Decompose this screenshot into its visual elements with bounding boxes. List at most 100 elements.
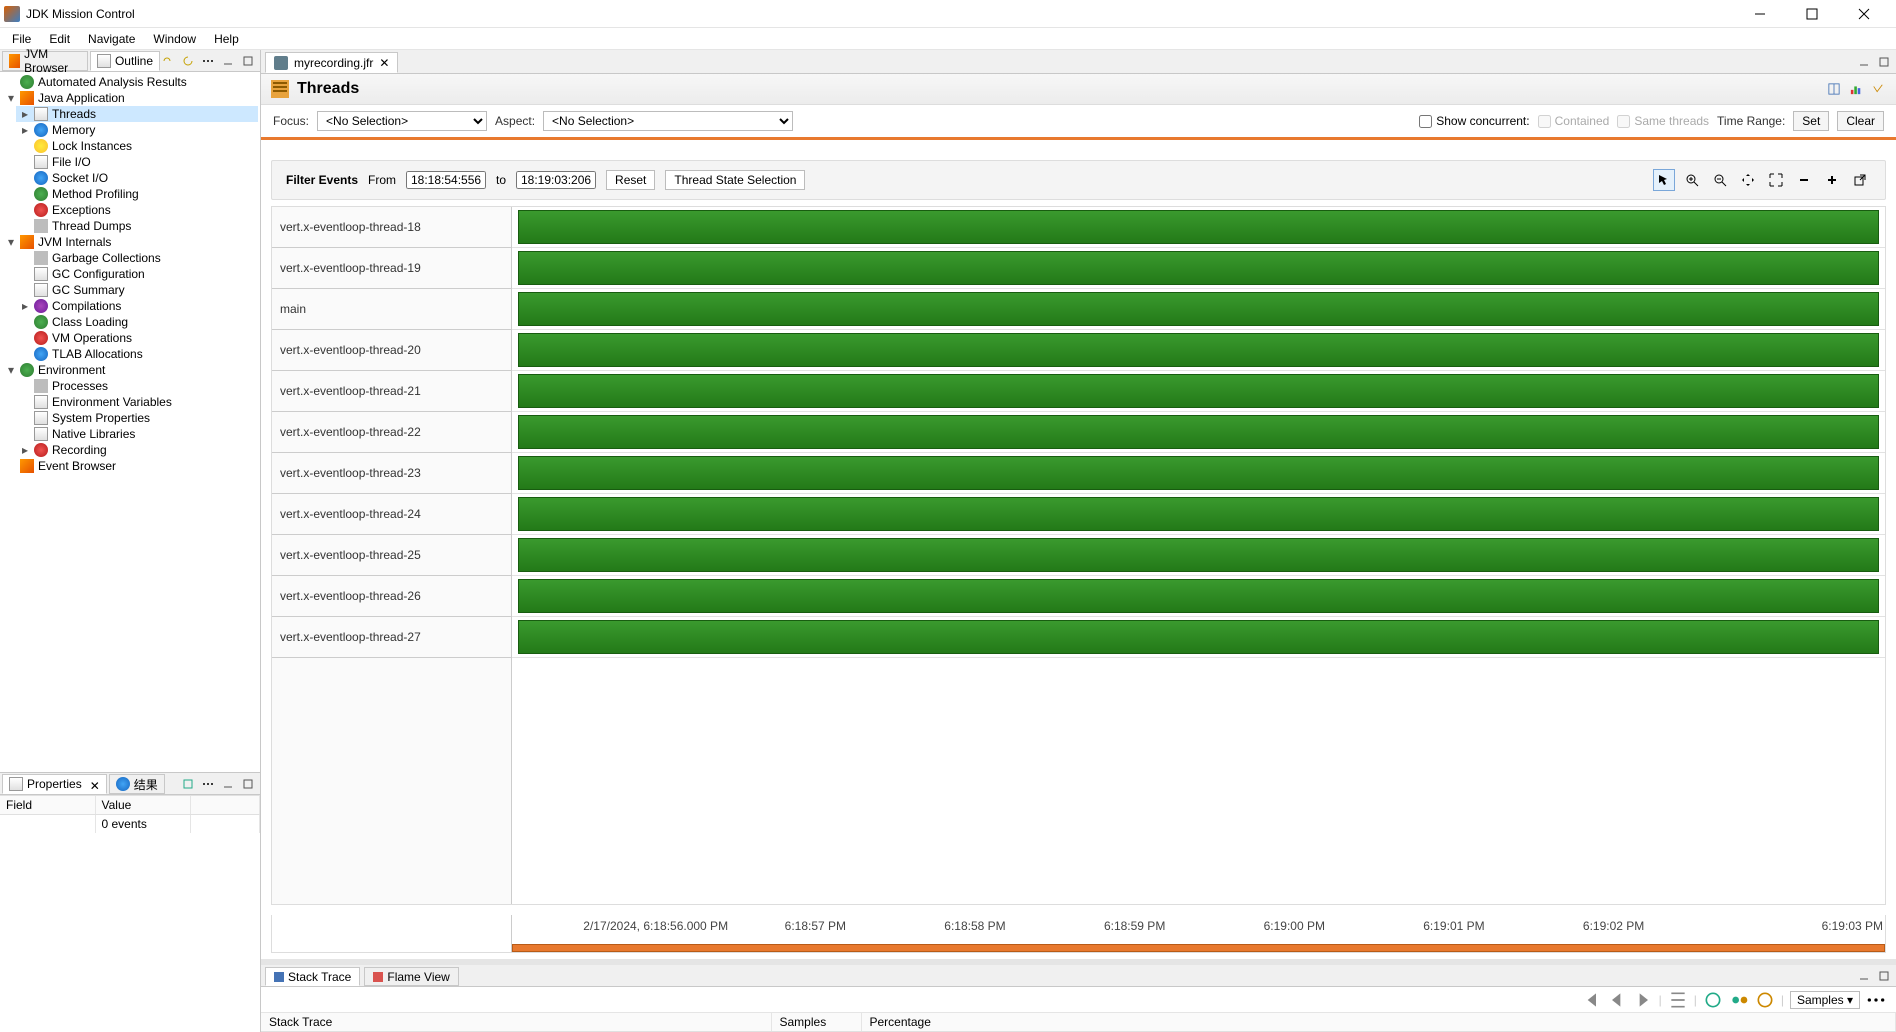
fullscreen-icon[interactable] [1765,169,1787,191]
tree-recording[interactable]: ▸Recording [16,442,258,458]
thread-label[interactable]: vert.x-eventloop-thread-27 [272,617,511,658]
stack-trace-table[interactable]: Stack Trace Samples Percentage [261,1013,1896,1032]
thread-bar[interactable] [518,538,1879,572]
plus-icon[interactable] [1821,169,1843,191]
menu-window[interactable]: Window [145,30,204,48]
thread-label[interactable]: vert.x-eventloop-thread-19 [272,248,511,289]
col-value[interactable]: Value [95,796,190,815]
clear-button[interactable]: Clear [1837,111,1884,131]
close-button[interactable] [1844,2,1884,26]
tree-tlab[interactable]: TLAB Allocations [16,346,258,362]
thread-lane[interactable] [512,289,1885,330]
tree-gc[interactable]: Garbage Collections [16,250,258,266]
pane-maximize-icon[interactable] [240,776,256,792]
thread-lane[interactable] [512,248,1885,289]
show-concurrent-checkbox[interactable]: Show concurrent: [1419,114,1529,128]
nav-next-icon[interactable] [1633,990,1653,1010]
close-icon[interactable]: ✕ [90,779,100,789]
thread-bar[interactable] [518,251,1879,285]
thread-state-selection-button[interactable]: Thread State Selection [665,170,805,190]
tree-exceptions[interactable]: Exceptions [16,202,258,218]
link-icon[interactable] [160,53,176,69]
from-input[interactable] [406,171,486,189]
tree-eventbrowser[interactable]: Event Browser [2,458,258,474]
thread-label[interactable]: vert.x-eventloop-thread-26 [272,576,511,617]
pan-icon[interactable] [1737,169,1759,191]
tree-method[interactable]: Method Profiling [16,186,258,202]
pointer-tool-icon[interactable] [1653,169,1675,191]
tab-jvm-browser[interactable]: JVM Browser [2,51,88,71]
thread-bar[interactable] [518,620,1879,654]
thread-lane[interactable] [512,576,1885,617]
thread-lane[interactable] [512,371,1885,412]
tree-jvminternals[interactable]: ▾JVM Internals [2,234,258,250]
thread-label[interactable]: main [272,289,511,330]
layers-icon[interactable] [1755,990,1775,1010]
editor-tab-recording[interactable]: myrecording.jfr ✕ [265,52,398,73]
tree-mode-icon[interactable] [1668,990,1688,1010]
thread-bar[interactable] [518,579,1879,613]
range-bar[interactable] [512,944,1885,952]
group-icon[interactable] [1703,990,1723,1010]
thread-lane[interactable] [512,494,1885,535]
tree-compilations[interactable]: ▸Compilations [16,298,258,314]
col-field[interactable]: Field [0,796,95,815]
col-samples[interactable]: Samples [771,1013,861,1032]
tree-tdumps[interactable]: Thread Dumps [16,218,258,234]
table-row[interactable]: 0 events [0,815,260,834]
tree-envvars[interactable]: Environment Variables [16,394,258,410]
tree-gcsum[interactable]: GC Summary [16,282,258,298]
tree-fileio[interactable]: File I/O [16,154,258,170]
thread-bar[interactable] [518,333,1879,367]
tree-proc[interactable]: Processes [16,378,258,394]
set-button[interactable]: Set [1793,111,1829,131]
menu-file[interactable]: File [4,30,39,48]
tab-results[interactable]: 结果 [109,774,165,794]
thread-label[interactable]: vert.x-eventloop-thread-21 [272,371,511,412]
thread-label[interactable]: vert.x-eventloop-thread-18 [272,207,511,248]
tree-gcconf[interactable]: GC Configuration [16,266,258,282]
minimize-button[interactable] [1740,2,1780,26]
thread-lane[interactable] [512,617,1885,658]
tab-properties[interactable]: Properties ✕ [2,774,107,794]
tab-stack-trace[interactable]: Stack Trace [265,967,360,986]
tree-lock[interactable]: Lock Instances [16,138,258,154]
view-menu-icon[interactable] [1866,990,1886,1010]
threads-chart[interactable]: vert.x-eventloop-thread-18vert.x-eventlo… [271,206,1886,905]
close-icon[interactable]: ✕ [379,56,389,70]
settings-icon[interactable] [1870,81,1886,97]
tree-env[interactable]: ▾Environment [2,362,258,378]
tree-sysprops[interactable]: System Properties [16,410,258,426]
tree-memory[interactable]: ▸Memory [16,122,258,138]
aspect-select[interactable]: <No Selection> [543,111,793,131]
thread-bar[interactable] [518,415,1879,449]
tree-socketio[interactable]: Socket I/O [16,170,258,186]
chart-icon[interactable] [1848,81,1864,97]
nav-prev-icon[interactable] [1607,990,1627,1010]
pane-minimize-icon[interactable] [1856,54,1872,70]
thread-lane[interactable] [512,453,1885,494]
thread-lane[interactable] [512,207,1885,248]
tree-classload[interactable]: Class Loading [16,314,258,330]
minus-icon[interactable] [1793,169,1815,191]
samples-selector[interactable]: Samples ▾ [1790,991,1860,1009]
nav-first-icon[interactable] [1581,990,1601,1010]
tree-threads[interactable]: ▸Threads [16,106,258,122]
col-stack[interactable]: Stack Trace [261,1013,771,1032]
tab-outline[interactable]: Outline [90,51,160,71]
thread-label[interactable]: vert.x-eventloop-thread-24 [272,494,511,535]
thread-lane[interactable] [512,412,1885,453]
distinguish-icon[interactable] [1729,990,1749,1010]
menu-navigate[interactable]: Navigate [80,30,143,48]
reset-button[interactable]: Reset [606,170,655,190]
pane-minimize-icon[interactable] [1856,968,1872,984]
pane-maximize-icon[interactable] [1876,968,1892,984]
view-menu-icon[interactable] [200,776,216,792]
thread-label[interactable]: vert.x-eventloop-thread-20 [272,330,511,371]
pane-minimize-icon[interactable] [220,776,236,792]
maximize-button[interactable] [1792,2,1832,26]
thread-bar[interactable] [518,456,1879,490]
pane-minimize-icon[interactable] [220,53,236,69]
pane-maximize-icon[interactable] [1876,54,1892,70]
menu-edit[interactable]: Edit [41,30,78,48]
